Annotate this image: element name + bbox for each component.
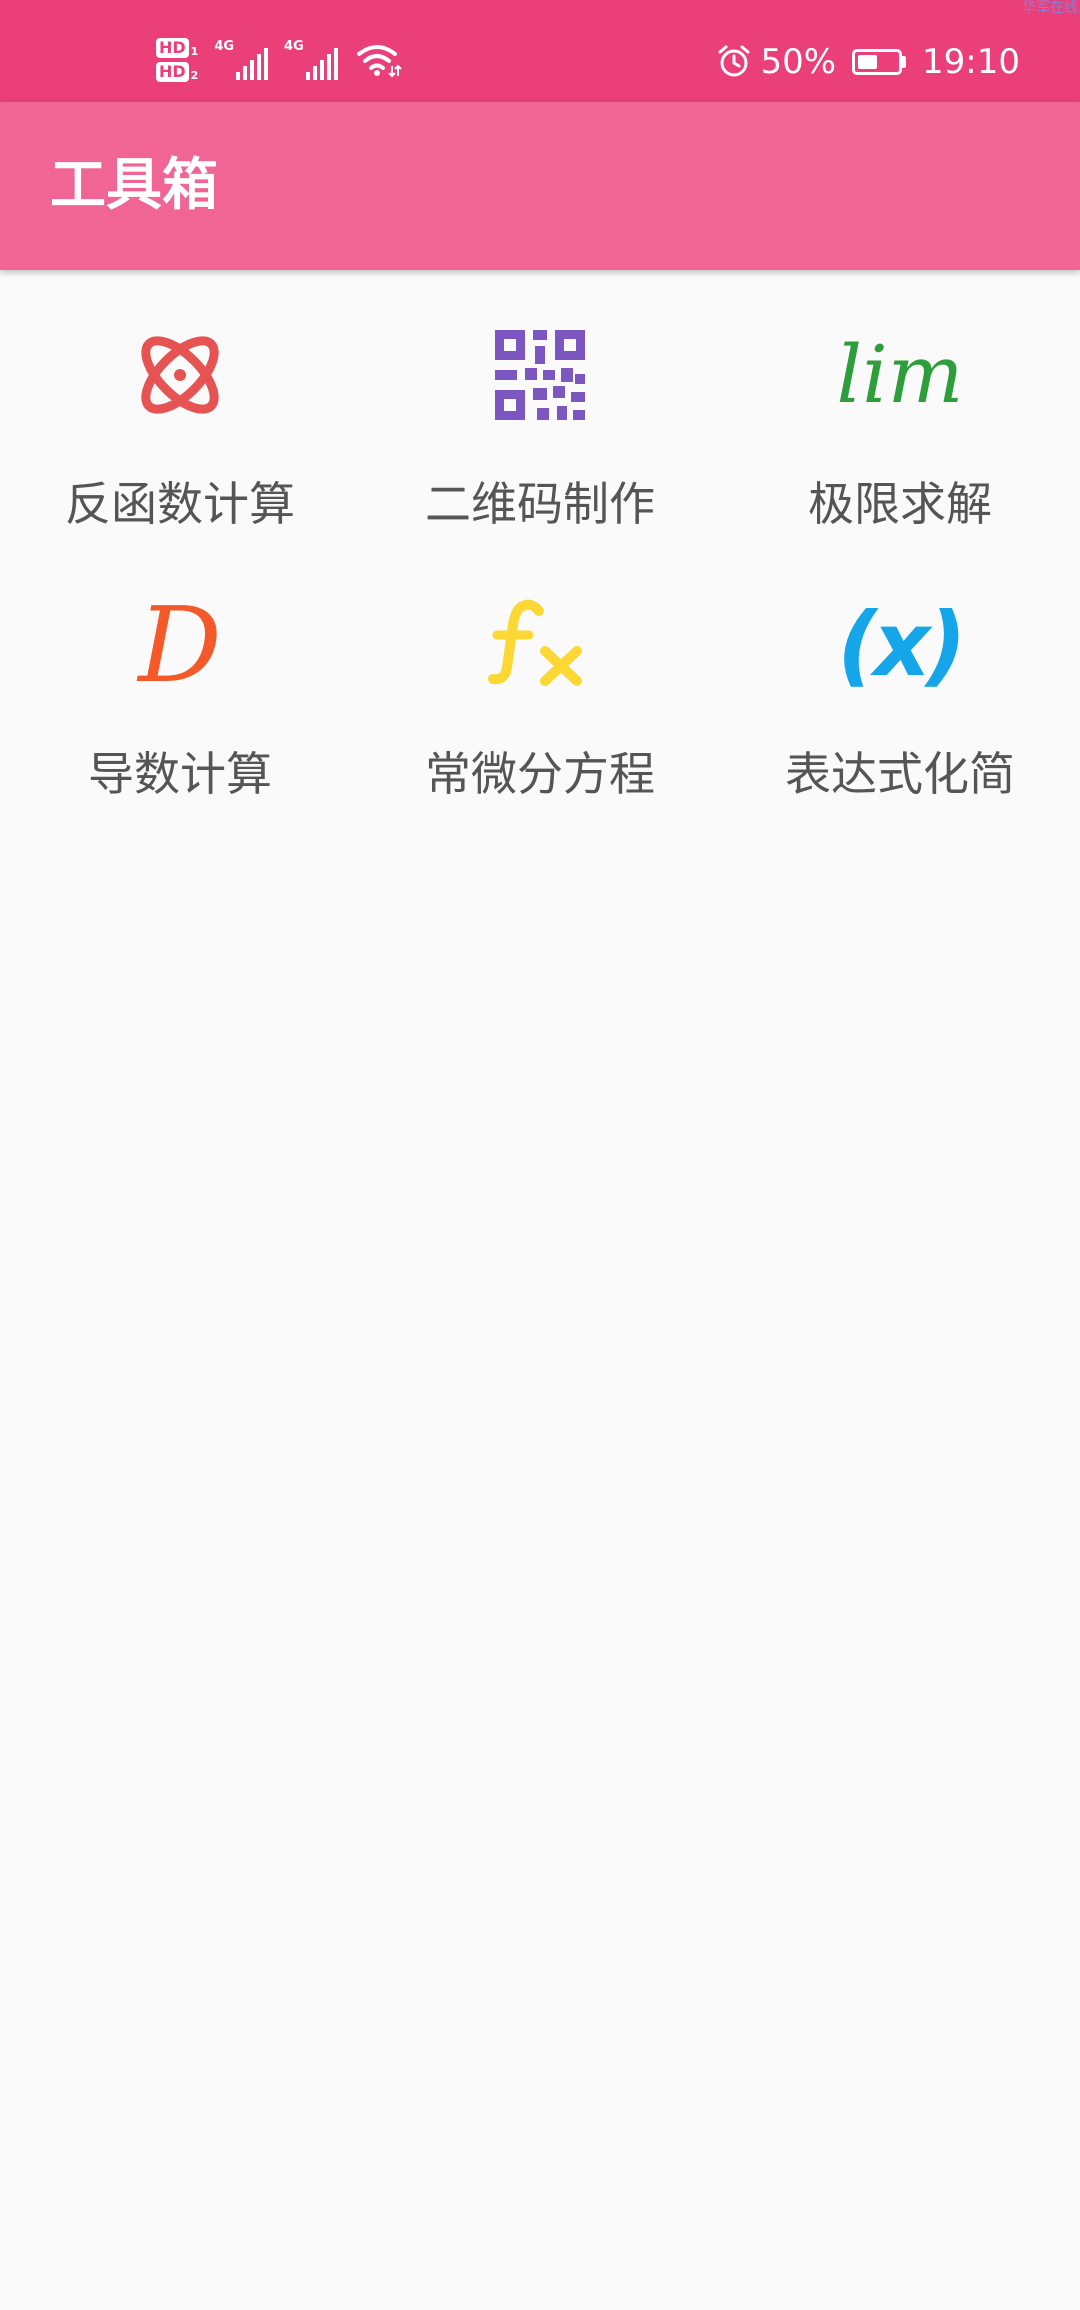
signal-bars-icon: [305, 40, 338, 80]
tool-ode[interactable]: 常微分方程: [360, 570, 720, 840]
fx-icon: [480, 590, 600, 700]
lim-icon: lim: [836, 320, 963, 430]
battery-fill: [858, 55, 878, 69]
page-title: 工具箱: [50, 153, 218, 218]
status-bar: HD 1 HD 2 4G 4G 50% 19:10 华军在线: [0, 0, 1080, 102]
signal-bar: [319, 60, 324, 80]
signal-bar: [305, 72, 310, 80]
tool-limit[interactable]: lim 极限求解: [720, 300, 1080, 570]
signal-bar: [326, 54, 331, 80]
tool-label: 导数计算: [88, 747, 272, 801]
hd-badge-2: HD 2: [156, 62, 198, 82]
network-type-label: 4G: [284, 39, 304, 54]
hd-icon: HD: [156, 38, 189, 58]
hd-sub-label: 2: [190, 69, 199, 82]
signal-bar: [257, 54, 262, 80]
hd-badge-1: HD 1: [156, 38, 198, 58]
atom-icon: [120, 320, 240, 430]
parenthesis-x-icon: (x): [837, 590, 966, 700]
hd-icon: HD: [156, 62, 189, 82]
hd-sub-label: 1: [190, 45, 199, 58]
tool-grid: 反函数计算 二维码制作 lim 极限求解 D 导数计算 常微分方程 (x) 表达…: [0, 300, 1080, 840]
signal-bar: [264, 48, 269, 80]
tool-label: 二维码制作: [425, 477, 655, 531]
signal-bar: [333, 48, 338, 80]
tool-simplify[interactable]: (x) 表达式化简: [720, 570, 1080, 840]
signal-bars-icon: [236, 40, 269, 80]
battery-body: [852, 49, 903, 75]
derivative-d-icon: D: [120, 590, 240, 700]
tool-derivative[interactable]: D 导数计算: [0, 570, 360, 840]
tool-label: 反函数计算: [65, 477, 295, 531]
clock-time: 19:10: [922, 42, 1020, 82]
lim-glyph: lim: [836, 328, 964, 421]
signal-bar: [243, 66, 248, 80]
signal-bar: [236, 72, 241, 80]
signal-2: 4G: [284, 40, 338, 80]
app-bar: 工具箱: [0, 102, 1080, 270]
tool-qr-code[interactable]: 二维码制作: [360, 300, 720, 570]
battery-tip: [902, 56, 907, 68]
signal-bar: [250, 60, 255, 80]
signal-1: 4G: [214, 39, 269, 80]
tool-label: 极限求解: [808, 477, 992, 531]
corner-watermark: 华军在线: [1022, 0, 1078, 16]
alarm-clock-icon: [718, 45, 750, 77]
tool-inverse-function[interactable]: 反函数计算: [0, 300, 360, 570]
d-glyph: D: [138, 584, 222, 706]
status-bar-right: 50% 19:10: [716, 36, 1020, 88]
qr-code-icon: [480, 320, 600, 430]
battery-percent: 50%: [760, 42, 837, 82]
network-type-label: 4G: [214, 39, 235, 54]
tool-label: 表达式化简: [785, 747, 1015, 801]
battery-icon: [852, 49, 907, 75]
x-glyph: (x): [837, 593, 966, 696]
signal-bar: [312, 66, 317, 80]
hd-indicators: HD 1 HD 2: [156, 38, 198, 82]
tool-label: 常微分方程: [425, 747, 655, 801]
status-bar-left: HD 1 HD 2 4G 4G: [156, 28, 402, 92]
wifi-icon: [356, 45, 402, 78]
